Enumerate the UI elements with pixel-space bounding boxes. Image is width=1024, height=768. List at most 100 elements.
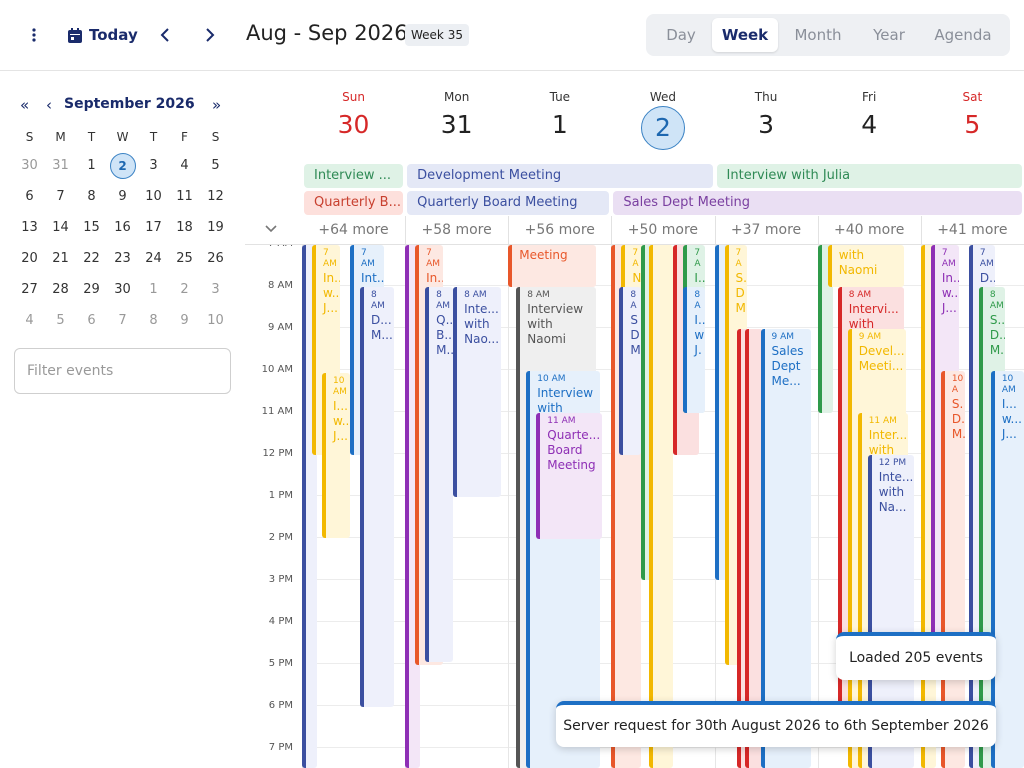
day-number: 4 <box>180 158 189 173</box>
mini-calendar-day[interactable]: 5 <box>200 150 231 181</box>
mini-calendar-day[interactable]: 2 <box>169 274 200 305</box>
next-month-button[interactable]: › <box>189 96 195 114</box>
more-events-link[interactable]: +50 more <box>611 222 714 238</box>
previous-year-button[interactable]: « <box>20 96 29 114</box>
mini-calendar-day[interactable]: 11 <box>169 181 200 212</box>
view-agenda-button[interactable]: Agenda <box>920 18 1006 52</box>
mini-calendar-day[interactable]: 23 <box>107 243 138 274</box>
mini-calendar-day[interactable]: 22 <box>76 243 107 274</box>
day-name: Sun <box>342 90 365 104</box>
more-events-link[interactable]: +56 more <box>508 222 611 238</box>
calendar-event[interactable]: 8 AM D... M... <box>360 287 394 707</box>
mini-calendar-day[interactable]: 12 <box>200 181 231 212</box>
day-header-sat[interactable]: Sat 5 <box>921 72 1024 162</box>
all-day-event[interactable]: Quarterly Board Meeting <box>407 191 610 215</box>
day-number: 12 <box>207 189 224 204</box>
day-header-wed[interactable]: Wed 2 <box>611 72 714 162</box>
mini-calendar-day[interactable]: 8 <box>76 181 107 212</box>
view-week-button[interactable]: Week <box>712 18 778 52</box>
today-button[interactable]: Today <box>68 22 138 48</box>
all-day-event[interactable]: Development Meeting <box>407 164 713 188</box>
mini-calendar-day[interactable]: 1 <box>138 274 169 305</box>
day-header-thu[interactable]: Thu 3 <box>715 72 818 162</box>
mini-calendar-day[interactable]: 5 <box>45 305 76 336</box>
view-month-button[interactable]: Month <box>778 18 858 52</box>
mini-calendar-day[interactable]: 8 <box>138 305 169 336</box>
collapse-all-day-button[interactable] <box>265 221 277 237</box>
day-header-fri[interactable]: Fri 4 <box>818 72 921 162</box>
day-number: 25 <box>176 251 193 266</box>
mini-calendar-day[interactable]: 31 <box>45 150 76 181</box>
all-day-event[interactable]: Interview ... <box>304 164 404 188</box>
calendar-event[interactable]: 11 AM Quarte... Board Meeting <box>536 413 603 539</box>
mini-calendar-day[interactable]: 7 <box>107 305 138 336</box>
calendar-event[interactable]: 10 AM I... w... J... <box>322 373 350 538</box>
all-day-event[interactable]: Quarterly B... <box>304 191 404 215</box>
mini-calendar-day[interactable]: 15 <box>76 212 107 243</box>
mini-calendar-day[interactable]: 27 <box>14 274 45 305</box>
more-events-link[interactable]: +40 more <box>818 222 921 238</box>
all-day-event[interactable]: Interview with Julia <box>716 164 1022 188</box>
mini-calendar-day[interactable]: 19 <box>200 212 231 243</box>
next-year-button[interactable]: » <box>212 96 221 114</box>
mini-calendar-day[interactable]: 2 <box>107 150 138 181</box>
view-day-button[interactable]: Day <box>650 18 712 52</box>
mini-calendar-day[interactable]: 9 <box>107 181 138 212</box>
week-badge: Week 35 <box>405 24 469 46</box>
mini-calendar-day[interactable]: 6 <box>76 305 107 336</box>
mini-calendar-day[interactable]: 16 <box>107 212 138 243</box>
mini-calendar-day[interactable]: 25 <box>169 243 200 274</box>
day-header-tue[interactable]: Tue 1 <box>508 72 611 162</box>
weekday-label: S <box>25 130 34 144</box>
event-title: I... w J. <box>694 313 706 357</box>
calendar-event[interactable]: Meeting <box>508 245 597 287</box>
filter-events-input[interactable] <box>14 348 231 394</box>
mini-calendar-day[interactable]: 4 <box>169 150 200 181</box>
calendar-event[interactable] <box>649 245 674 768</box>
view-year-button[interactable]: Year <box>858 18 920 52</box>
mini-calendar-day[interactable]: 6 <box>14 181 45 212</box>
calendar-event[interactable]: 8 A S D M <box>619 287 642 455</box>
mini-calendar-day[interactable]: 13 <box>14 212 45 243</box>
previous-button[interactable] <box>160 22 170 48</box>
mini-calendar-day[interactable]: 24 <box>138 243 169 274</box>
mini-calendar-day[interactable]: 3 <box>138 150 169 181</box>
more-events-link[interactable]: +37 more <box>715 222 818 238</box>
calendar-event[interactable]: 8 A I... w J. <box>683 287 706 413</box>
mini-calendar-day[interactable]: 30 <box>107 274 138 305</box>
mini-calendar-day[interactable]: 4 <box>14 305 45 336</box>
event-title: I... w... J... <box>1001 397 1022 441</box>
more-options-button[interactable] <box>24 22 44 48</box>
previous-month-button[interactable]: ‹ <box>46 96 52 114</box>
calendar-event[interactable]: 8 AM Inte... with Nao... <box>453 287 502 497</box>
mini-calendar-day[interactable]: 26 <box>200 243 231 274</box>
day-header-mon[interactable]: Mon 31 <box>405 72 508 162</box>
calendar-event[interactable]: 8 AM Q... B... M... <box>425 287 454 662</box>
loaded-events-toast: Loaded 205 events <box>836 632 996 680</box>
all-day-event[interactable]: Sales Dept Meeting <box>613 191 1022 215</box>
calendar-event[interactable]: with Naomi <box>827 245 904 287</box>
more-events-link[interactable]: +41 more <box>921 222 1024 238</box>
day-header-sun[interactable]: Sun 30 <box>302 72 405 162</box>
mini-calendar-day[interactable]: 10 <box>200 305 231 336</box>
next-button[interactable] <box>205 22 215 48</box>
mini-calendar-day[interactable]: 30 <box>14 150 45 181</box>
mini-calendar-day[interactable]: 1 <box>76 150 107 181</box>
toolbar: Today Aug - Sep 2026 Week 35 Day Week Mo… <box>0 0 1024 71</box>
mini-calendar-day[interactable]: 21 <box>45 243 76 274</box>
mini-calendar-day[interactable]: 29 <box>76 274 107 305</box>
mini-calendar-day[interactable]: 7 <box>45 181 76 212</box>
mini-calendar-day[interactable]: 14 <box>45 212 76 243</box>
time-label: 3 PM <box>268 574 293 585</box>
mini-calendar-day[interactable]: 20 <box>14 243 45 274</box>
more-events-link[interactable]: +64 more <box>302 222 405 238</box>
mini-calendar-day[interactable]: 10 <box>138 181 169 212</box>
mini-calendar-day[interactable]: 17 <box>138 212 169 243</box>
event-time: 10 AM <box>1001 374 1016 395</box>
mini-calendar-day[interactable]: 18 <box>169 212 200 243</box>
mini-calendar-day[interactable]: 3 <box>200 274 231 305</box>
more-events-link[interactable]: +58 more <box>405 222 508 238</box>
mini-calendar-day[interactable]: 28 <box>45 274 76 305</box>
time-label: 7 PM <box>268 742 293 753</box>
mini-calendar-day[interactable]: 9 <box>169 305 200 336</box>
